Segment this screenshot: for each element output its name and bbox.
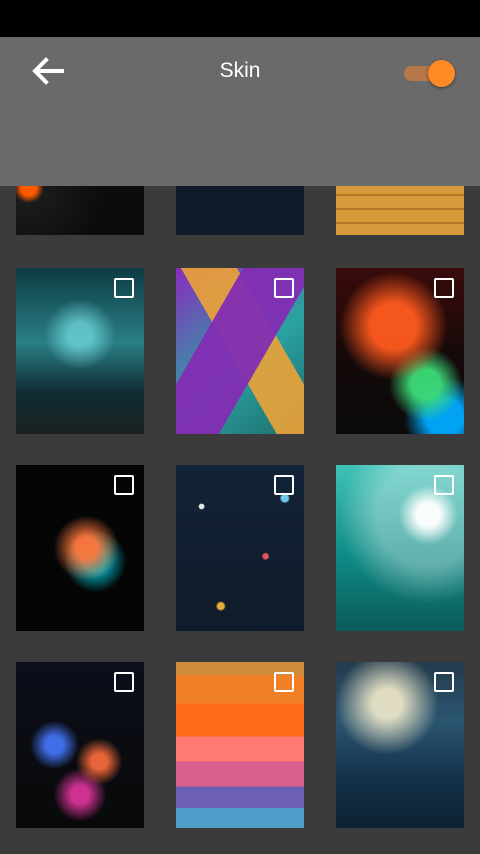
select-checkbox[interactable] [434,475,454,495]
select-checkbox[interactable] [274,475,294,495]
skin-tile[interactable] [176,662,304,828]
skin-tile[interactable] [16,465,144,631]
skin-tile[interactable] [336,268,464,434]
toggle-thumb [428,60,455,87]
select-checkbox[interactable] [434,672,454,692]
skin-tile[interactable] [16,268,144,434]
select-checkbox[interactable] [114,672,134,692]
skin-tile[interactable] [16,662,144,828]
skin-toggle[interactable] [402,59,455,87]
select-checkbox[interactable] [274,672,294,692]
select-checkbox[interactable] [274,278,294,298]
skin-tile[interactable] [336,662,464,828]
skin-tile[interactable] [336,465,464,631]
app-bar: Skin [0,37,480,186]
select-checkbox[interactable] [114,278,134,298]
select-checkbox[interactable] [114,475,134,495]
skin-tile[interactable] [176,465,304,631]
skin-tile[interactable] [176,268,304,434]
select-checkbox[interactable] [434,278,454,298]
